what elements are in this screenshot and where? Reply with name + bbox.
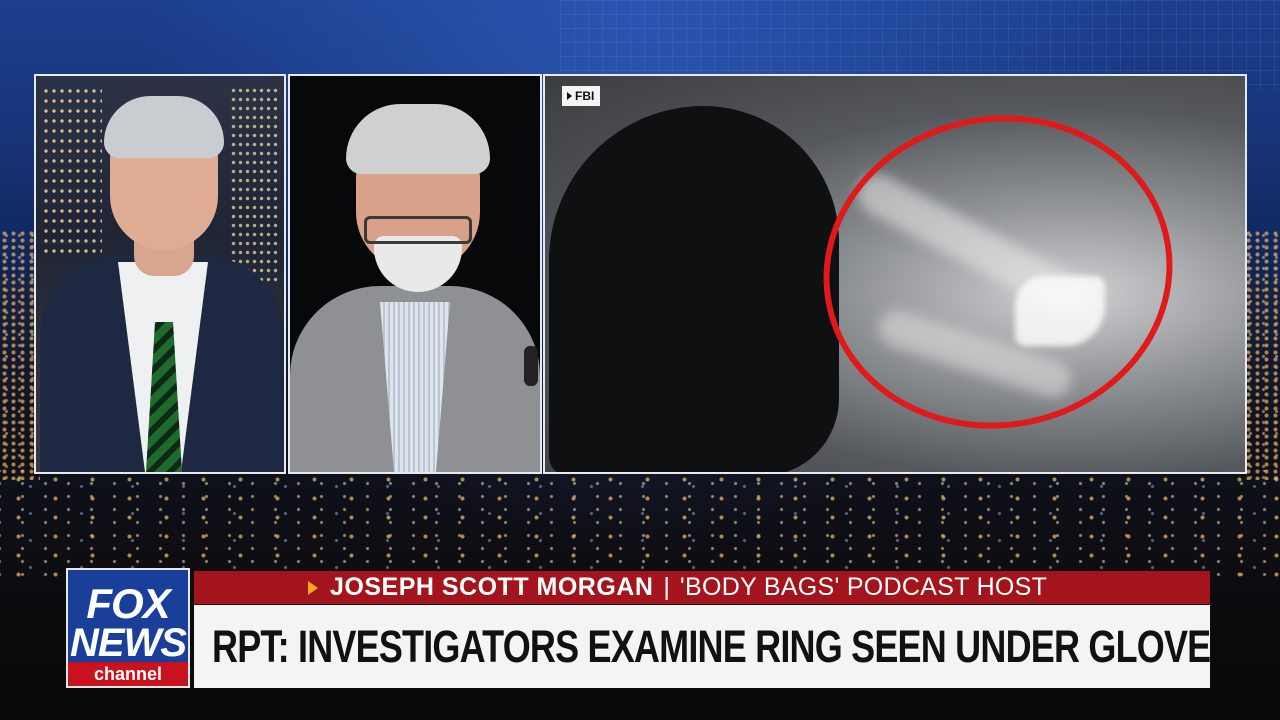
nameplate-separator: | xyxy=(663,573,670,601)
city-lights-right xyxy=(1244,230,1280,480)
host-video-panel xyxy=(34,74,286,474)
lower-third-nameplate: JOSEPH SCOTT MORGAN | 'BODY BAGS' PODCAS… xyxy=(194,571,1210,604)
logo-news-text: NEWS xyxy=(70,621,187,665)
guest-name: JOSEPH SCOTT MORGAN xyxy=(330,573,654,601)
guest-video-panel xyxy=(288,74,542,474)
video-source-tag: FBI xyxy=(562,86,601,106)
video-source-label: FBI xyxy=(575,89,595,103)
evidence-video-panel: FBI xyxy=(543,74,1247,474)
guest-title: 'BODY BAGS' PODCAST HOST xyxy=(679,573,1048,601)
guest-hair xyxy=(346,104,490,174)
video-shadow-area xyxy=(549,106,839,472)
city-lights xyxy=(0,470,1280,580)
logo-fox-text: FOX xyxy=(86,580,170,627)
lower-third-headline-bar: RPT: INVESTIGATORS EXAMINE RING SEEN UND… xyxy=(194,605,1211,688)
microphone-icon xyxy=(524,346,538,386)
host-hair xyxy=(104,96,224,158)
play-triangle-icon xyxy=(567,92,572,100)
logo-channel-text: channel xyxy=(68,662,188,686)
headline-text: RPT: INVESTIGATORS EXAMINE RING SEEN UND… xyxy=(212,620,1211,672)
fox-news-logo: FOX NEWS channel xyxy=(66,568,190,688)
guest-glasses xyxy=(364,216,472,244)
arrow-right-icon xyxy=(308,580,318,595)
